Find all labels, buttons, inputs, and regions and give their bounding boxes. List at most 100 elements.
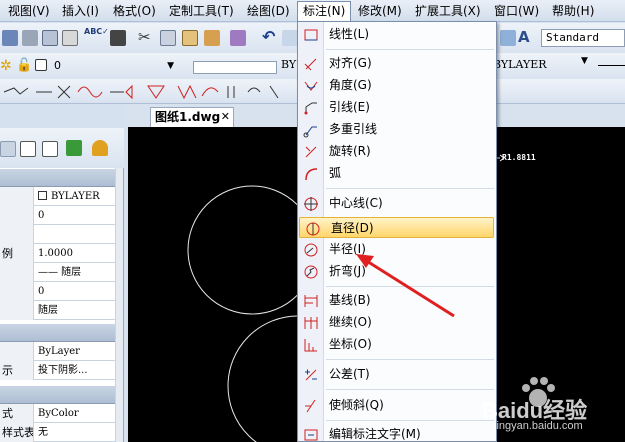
redo-icon[interactable]	[282, 30, 298, 46]
draw-tools-strip	[3, 84, 279, 100]
menu-view[interactable]: 视图(V)	[3, 3, 55, 20]
menu-item-baseline[interactable]: 基线(B)	[298, 290, 496, 311]
plot-style-swatch[interactable]	[598, 65, 625, 66]
menu-custom-tools[interactable]: 定制工具(T)	[164, 3, 239, 20]
menu-item-leader[interactable]: 引线(E)	[298, 97, 496, 118]
menu-item-label: 半径(I)	[329, 242, 366, 256]
property-row[interactable]: ByLayer	[0, 342, 116, 361]
menu-item-label: 线性(L)	[329, 27, 370, 41]
menu-item-aligned[interactable]: 对齐(G)	[298, 53, 496, 74]
menu-item-label: 角度(G)	[329, 78, 372, 92]
publish-icon[interactable]	[62, 30, 78, 46]
lock-icon[interactable]: 🔓	[16, 58, 32, 74]
cut-icon[interactable]: ✂	[138, 29, 154, 45]
menu-item-diameter[interactable]: 直径(D)	[299, 217, 494, 238]
quick-select-icon[interactable]	[66, 140, 82, 156]
menu-item-radius[interactable]: 半径(I)	[298, 239, 496, 260]
lineweight-combo[interactable]: BYLAYER	[493, 58, 547, 71]
menu-item-label: 弧	[329, 166, 342, 180]
aligned-dim-icon	[304, 58, 317, 71]
scrollbar[interactable]	[115, 168, 123, 442]
ordinate-dim-icon	[304, 339, 317, 352]
radius-dim-icon	[304, 243, 318, 257]
menu-item-linear[interactable]: 线性(L)	[298, 24, 496, 45]
document-tab[interactable]: 图纸1.dwg ✕	[150, 107, 234, 127]
property-row[interactable]: 例 1.0000	[0, 244, 116, 263]
properties-section-header[interactable]	[0, 169, 116, 187]
menu-item-jogged[interactable]: 折弯(J)	[298, 261, 496, 282]
copy-icon[interactable]	[160, 30, 176, 46]
properties-section-header[interactable]	[0, 386, 116, 404]
text-style-icon[interactable]	[500, 30, 516, 46]
property-row[interactable]	[0, 225, 116, 244]
menu-item-arc[interactable]: 弧	[298, 163, 496, 184]
menu-insert[interactable]: 插入(I)	[57, 3, 104, 20]
menu-window[interactable]: 窗口(W)	[489, 3, 544, 20]
select-objects-icon[interactable]	[20, 141, 36, 157]
spellcheck-icon[interactable]: ABC✓	[84, 28, 109, 44]
menu-separator	[326, 188, 494, 189]
print-icon[interactable]	[2, 30, 18, 46]
menu-item-ordinate[interactable]: 坐标(O)	[298, 334, 496, 355]
menu-item-centerline[interactable]: 中心线(C)	[298, 193, 496, 214]
toggle-icon[interactable]	[0, 141, 16, 157]
properties-section-header[interactable]	[0, 324, 116, 342]
menu-item-edit-dim-text[interactable]: 编辑标注文字(M)	[298, 424, 496, 442]
menu-item-tolerance[interactable]: 公差(T)	[298, 364, 496, 385]
linetype-swatch[interactable]	[193, 61, 277, 74]
edit-dim-text-icon	[304, 429, 318, 441]
property-row[interactable]: 0	[0, 282, 116, 301]
linetype-combo[interactable]: BY	[281, 58, 296, 71]
menu-item-label: 折弯(J)	[329, 264, 366, 278]
menu-item-label: 对齐(G)	[329, 56, 372, 70]
arc-dim-icon	[305, 168, 318, 181]
chevron-down-icon: ▼	[581, 56, 588, 66]
menu-item-continue[interactable]: 继续(O)	[298, 312, 496, 333]
oblique-icon	[305, 399, 316, 413]
menu-draw[interactable]: 绘图(D)	[242, 3, 295, 20]
layer-color-swatch	[35, 59, 47, 71]
menu-format[interactable]: 格式(O)	[108, 3, 161, 20]
multileader-icon	[303, 126, 317, 138]
diameter-dim-icon	[306, 222, 320, 236]
undo-icon[interactable]: ↶	[262, 29, 278, 45]
menu-item-multileader[interactable]: 多重引线	[298, 119, 496, 140]
menu-modify[interactable]: 修改(M)	[353, 3, 407, 20]
menu-item-label: 引线(E)	[329, 100, 370, 114]
property-row[interactable]: 式 ByColor	[0, 404, 116, 423]
properties-toolbar	[0, 128, 124, 168]
jogged-dim-icon	[304, 265, 318, 279]
property-row[interactable]: 样式表无	[0, 423, 116, 442]
plot-preview-icon[interactable]	[22, 30, 38, 46]
menu-separator	[326, 420, 494, 421]
property-row[interactable]: 0	[0, 206, 116, 225]
tree-icon[interactable]	[42, 141, 58, 157]
menu-item-oblique[interactable]: 使倾斜(Q)	[298, 395, 496, 416]
preview-icon[interactable]	[42, 30, 58, 46]
filter-icon[interactable]	[92, 140, 108, 156]
menu-help[interactable]: 帮助(H)	[547, 3, 599, 20]
layer-combo[interactable]: 0 ▼	[50, 57, 178, 75]
paste-icon[interactable]	[182, 30, 198, 46]
match-properties-icon[interactable]	[230, 30, 246, 46]
text-style-manager-icon[interactable]: A	[518, 29, 534, 45]
menu-item-label: 使倾斜(Q)	[329, 398, 384, 412]
menu-dimension[interactable]: 标注(N)	[297, 1, 352, 22]
menu-item-rotated[interactable]: 旋转(R)	[298, 141, 496, 162]
find-icon[interactable]	[110, 30, 126, 46]
menu-item-angular[interactable]: 角度(G)	[298, 75, 496, 96]
property-row[interactable]: —— 随层	[0, 263, 116, 282]
property-row[interactable]: 示投下阴影...	[0, 361, 116, 380]
color-swatch	[38, 191, 47, 200]
menu-separator	[326, 49, 494, 50]
layer-on-icon[interactable]: ✲	[0, 58, 16, 74]
property-row[interactable]: BYLAYER	[0, 187, 116, 206]
cad-window: 视图(V) 插入(I) 格式(O) 定制工具(T) 绘图(D) 标注(N) 修改…	[0, 0, 625, 442]
paste-special-icon[interactable]	[204, 30, 220, 46]
menu-extend-tools[interactable]: 扩展工具(X)	[410, 3, 486, 20]
menu-item-label: 坐标(O)	[329, 337, 372, 351]
close-icon[interactable]: ✕	[221, 108, 230, 126]
property-row[interactable]: 随层	[0, 301, 116, 320]
text-style-combo[interactable]: Standard	[541, 29, 625, 47]
layer-name: 0	[54, 59, 61, 72]
